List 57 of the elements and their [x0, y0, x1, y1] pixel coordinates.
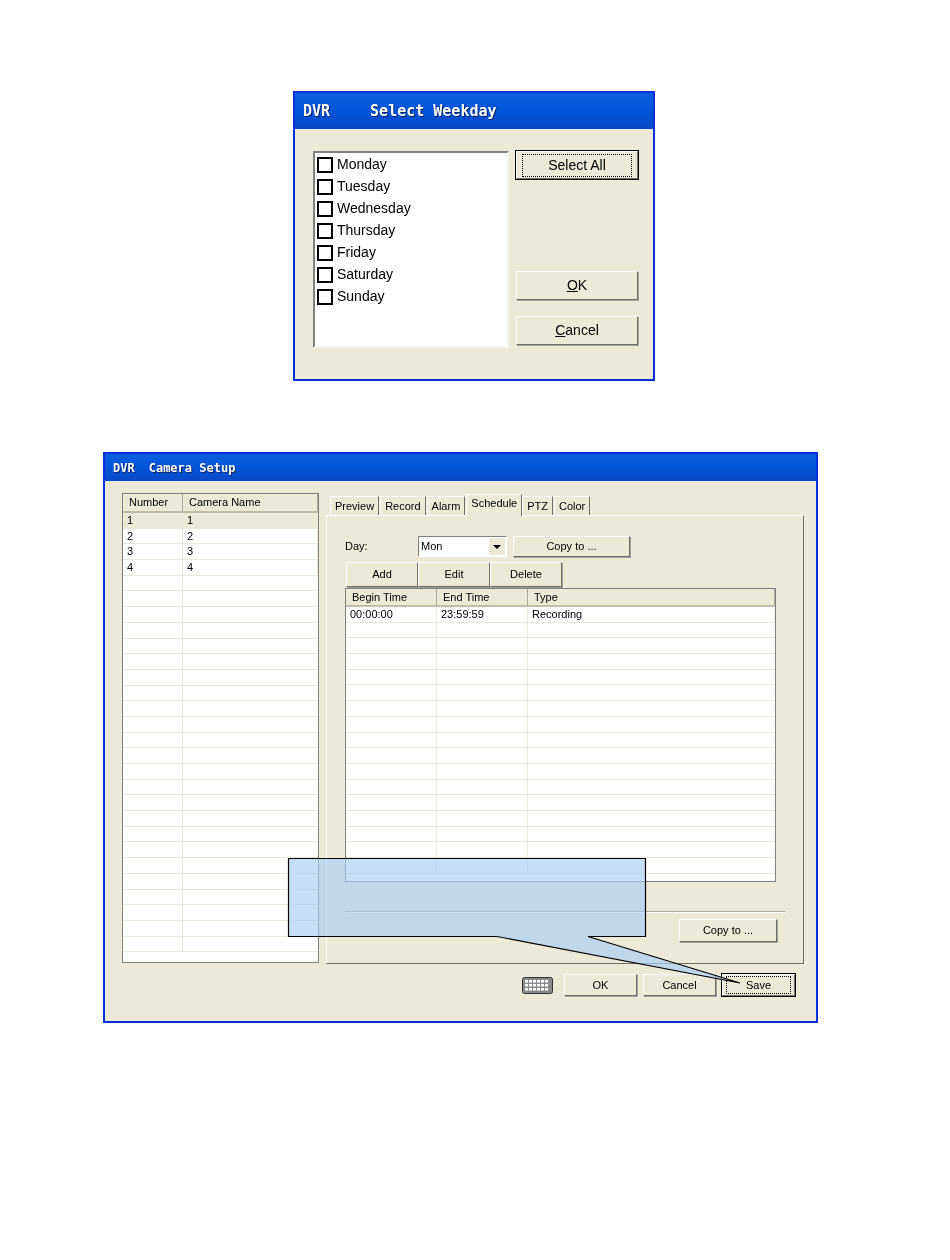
day-label: Sunday	[337, 287, 385, 306]
day-dropdown[interactable]: Mon	[418, 536, 507, 557]
dialog-button[interactable]: Cancel	[516, 316, 638, 345]
keyboard-icon[interactable]	[522, 976, 553, 994]
column-header[interactable]: Type	[528, 589, 775, 605]
action-button[interactable]: Edit	[418, 562, 490, 587]
tab[interactable]: Record	[380, 496, 426, 515]
day-label: Thursday	[337, 221, 396, 240]
table-row[interactable]: 4 4	[123, 560, 318, 576]
column-header[interactable]: End Time	[437, 589, 528, 605]
column-header[interactable]: Begin Time	[346, 589, 437, 605]
table-cell: 1	[183, 513, 318, 528]
select-all-button[interactable]: Select All	[516, 151, 638, 179]
dialog-button[interactable]: Save	[722, 974, 795, 996]
table-row[interactable]: 1 1	[123, 513, 318, 529]
dialog-button[interactable]: OK	[564, 974, 637, 996]
table-cell: Recording	[528, 607, 775, 622]
table-cell: 2	[123, 528, 183, 544]
tab[interactable]: Schedule	[466, 494, 523, 516]
copy-to-button[interactable]: Copy to ...	[513, 536, 630, 557]
action-button[interactable]: Delete	[490, 562, 562, 587]
window-title: Select Weekday	[370, 100, 497, 122]
tab[interactable]: PTZ	[522, 496, 553, 515]
column-header[interactable]: Number	[123, 494, 183, 511]
checkbox[interactable]	[317, 266, 333, 283]
table-cell: 23:59:59	[437, 607, 528, 622]
tab[interactable]: Preview	[330, 496, 380, 515]
day-label: Wednesday	[337, 199, 411, 218]
table-cell: 3	[123, 544, 183, 560]
table-cell: 4	[123, 560, 183, 575]
table-row[interactable]: 3 3	[123, 544, 318, 561]
table-cell: 00:00:00	[346, 607, 437, 622]
column-header[interactable]: Camera Name	[183, 494, 318, 511]
table-cell: 2	[183, 528, 318, 544]
tab[interactable]: Color	[554, 496, 591, 515]
day-label: Day:	[345, 539, 369, 555]
action-button[interactable]: Add	[346, 562, 418, 587]
window-title-prefix: DVR	[303, 100, 331, 122]
day-label: Saturday	[337, 265, 394, 284]
tab[interactable]: Alarm	[426, 496, 466, 515]
checkbox[interactable]	[317, 244, 333, 261]
checkbox[interactable]	[317, 200, 333, 217]
table-cell: 4	[183, 560, 318, 575]
checkbox[interactable]	[317, 178, 333, 195]
window-title-prefix: DVR	[113, 459, 135, 477]
dialog-button[interactable]: OK	[516, 271, 638, 300]
window-title: Camera Setup	[148, 459, 236, 477]
day-label: Monday	[337, 155, 387, 174]
checkbox[interactable]	[317, 156, 333, 173]
day-label: Tuesday	[337, 177, 391, 196]
day-label: Friday	[337, 243, 376, 262]
copy-to-button[interactable]: Copy to ...	[679, 919, 777, 942]
checkbox[interactable]	[317, 222, 333, 239]
dialog-button[interactable]: Cancel	[643, 974, 716, 996]
table-cell: 3	[183, 544, 318, 560]
table-cell: 1	[123, 513, 183, 528]
checkbox[interactable]	[317, 288, 333, 305]
